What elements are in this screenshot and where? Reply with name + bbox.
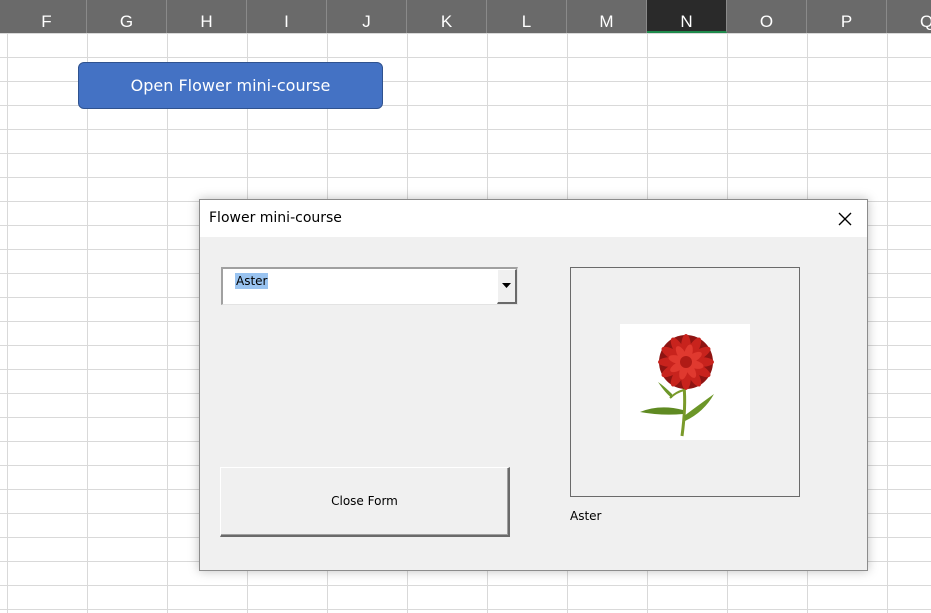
column-header-n[interactable]: N [647,0,727,33]
column-header-k[interactable]: K [407,0,487,33]
dialog-titlebar[interactable]: Flower mini-course [200,200,867,237]
column-header-bar: F G H I J K L M N O P Q [0,0,931,33]
dropdown-arrow-icon[interactable] [497,269,517,304]
column-header-i[interactable]: I [247,0,327,33]
column-header-l[interactable]: L [487,0,567,33]
close-icon[interactable] [830,204,860,234]
column-header-h[interactable]: H [167,0,247,33]
flower-course-dialog: Flower mini-course Aster Close Form Aste… [199,199,868,571]
flower-combobox[interactable]: Aster [221,267,518,305]
column-header-j[interactable]: J [327,0,407,33]
column-header-g[interactable]: G [87,0,167,33]
dialog-title: Flower mini-course [209,210,342,226]
open-flower-course-button[interactable]: Open Flower mini-course [78,62,383,109]
close-form-button[interactable]: Close Form [220,467,510,537]
combobox-selected-value[interactable]: Aster [235,273,269,289]
column-header-p[interactable]: P [807,0,887,33]
flower-image [620,324,750,440]
flower-image-frame [570,267,800,497]
column-header-o[interactable]: O [727,0,807,33]
column-header-q[interactable]: Q [887,0,931,33]
flower-caption: Aster [570,509,602,523]
column-header-m[interactable]: M [567,0,647,33]
column-header-f[interactable]: F [7,0,87,33]
